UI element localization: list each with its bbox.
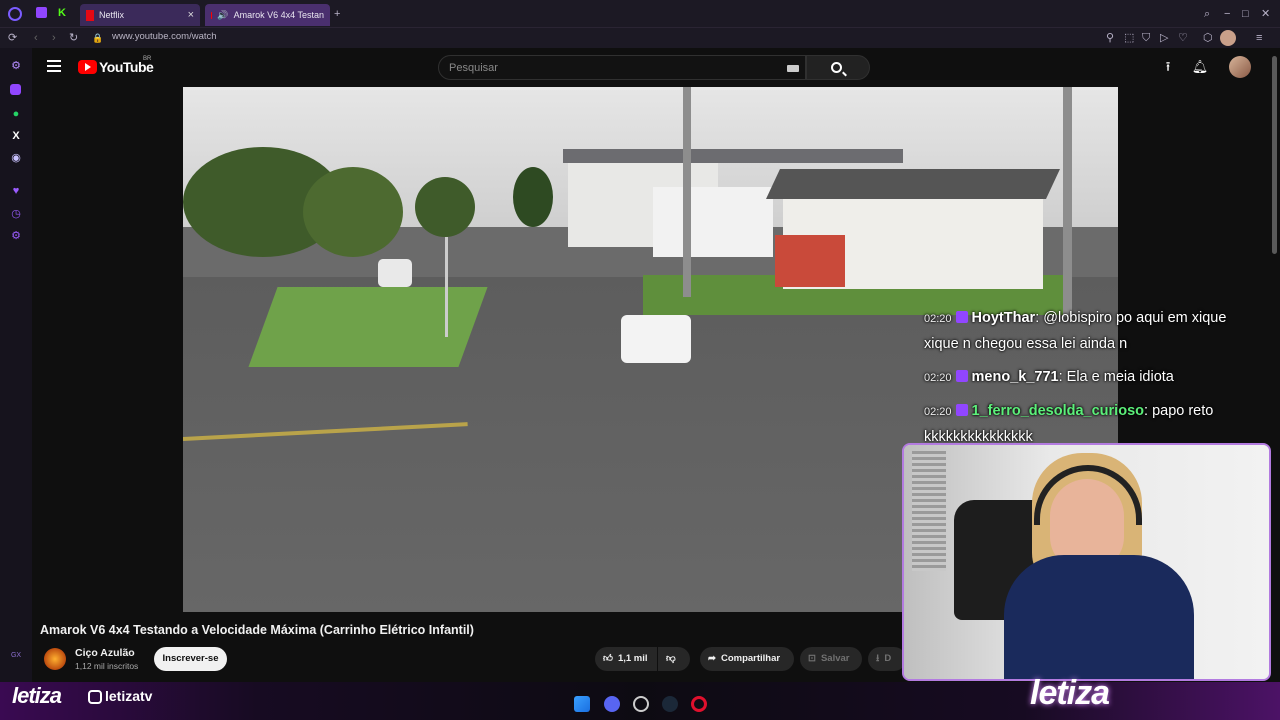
download-icon: ⭳ <box>876 653 880 664</box>
url-text[interactable]: www.youtube.com/watch <box>112 31 217 42</box>
share-icon: ➦ <box>708 653 716 664</box>
bookmark-icon: ⊡ <box>808 653 816 664</box>
reload-icon[interactable]: ↻ <box>69 31 78 45</box>
speaker-icon[interactable]: 🔊 <box>217 10 228 21</box>
channel-avatar[interactable] <box>44 648 66 670</box>
streamer-logo-large: letiza <box>1030 674 1110 712</box>
tab-youtube[interactable]: 🔊 Amarok V6 4x4 Testan <box>205 4 330 26</box>
gx-control-icon[interactable]: ⚙ <box>8 58 24 74</box>
discord-icon[interactable]: ◉ <box>8 150 24 166</box>
tab-label: Netflix <box>99 10 125 20</box>
steam-icon[interactable] <box>662 696 678 712</box>
gx-label: GX <box>10 652 22 659</box>
settings-icon[interactable]: ⚙ <box>8 228 24 244</box>
chat-message: 02:20 HoytThar: @lobispiro po aqui em xiq… <box>924 310 1227 352</box>
close-icon[interactable]: × <box>188 9 194 21</box>
x-icon[interactable]: X <box>8 128 24 144</box>
twitch-icon <box>955 404 968 416</box>
discord-taskbar-icon[interactable] <box>604 696 620 712</box>
dislike-button[interactable]: 👎︎ <box>658 647 690 671</box>
play-icon[interactable]: ▷ <box>1160 31 1168 45</box>
browser-sidebar: ⚙ ● X ◉ ♥ ◷ ⚙ GX <box>0 48 32 720</box>
extensions-icon[interactable]: ⬡ <box>1203 31 1213 45</box>
notifications-icon[interactable]: 🔔︎ <box>1191 58 1209 76</box>
youtube-logo-icon[interactable] <box>78 60 97 74</box>
tab-label: Amarok V6 4x4 Testan <box>233 10 324 20</box>
heart-icon[interactable]: ♥ <box>8 183 24 199</box>
thumbs-up-icon: 👍︎ <box>603 653 613 664</box>
minimize-icon[interactable]: − <box>1224 7 1230 21</box>
youtube-icon <box>211 11 213 19</box>
share-label: Compartilhar <box>720 653 781 664</box>
shield-icon[interactable]: ⛉ <box>1142 31 1150 45</box>
stream-chat-overlay: 02:20 HoytThar: @lobispiro po aqui em xiq… <box>924 306 1264 458</box>
windows-start-icon[interactable] <box>574 696 590 712</box>
new-tab-icon[interactable]: + <box>334 7 340 21</box>
opera-gx-taskbar-icon[interactable] <box>691 696 707 712</box>
twitch-icon <box>955 370 968 382</box>
share-button[interactable]: ➦ Compartilhar <box>700 647 794 671</box>
netflix-icon <box>86 9 94 21</box>
search-icon[interactable]: ⌕ <box>1204 7 1210 21</box>
obs-icon[interactable] <box>633 696 649 712</box>
back-icon[interactable]: ‹ <box>34 31 38 45</box>
youtube-header: YouTube BR Pesquisar ⭱ 🔔︎ <box>32 48 1280 86</box>
chat-message: 02:20 meno_k_771: Ela e meia idiota <box>924 369 1174 385</box>
search-placeholder: Pesquisar <box>449 62 498 74</box>
reload-loop-icon[interactable]: ⟳ <box>8 31 17 45</box>
thumbs-down-icon: 👎︎ <box>666 653 676 664</box>
whatsapp-icon[interactable]: ● <box>8 106 24 122</box>
heart-icon[interactable]: ♡ <box>1178 31 1188 45</box>
scrollbar[interactable] <box>1272 56 1277 254</box>
like-button[interactable]: 👍︎ 1,1 mil <box>595 647 657 671</box>
search-icon <box>831 62 842 73</box>
channel-name[interactable]: Ciço Azulão <box>75 647 135 659</box>
opera-gx-icon[interactable] <box>8 7 22 21</box>
browser-tab-bar: K Netflix × 🔊 Amarok V6 4x4 Testan + ⌕ −… <box>0 0 1280 28</box>
menu-icon[interactable] <box>47 60 61 72</box>
streamer-logo: letiza <box>12 683 62 708</box>
instagram-handle: letizatv <box>105 688 153 704</box>
lock-icon[interactable]: 🔒 <box>92 31 103 45</box>
subscribe-button[interactable]: Inscrever-se <box>154 647 227 671</box>
instagram-icon <box>88 690 102 704</box>
twitch-tab-icon[interactable] <box>36 7 47 18</box>
snapshot-icon[interactable]: ⬚ <box>1124 31 1134 45</box>
address-bar: ⟳ ‹ › ↻ 🔒 www.youtube.com/watch ⚲ ⬚ ⛉ ▷ … <box>0 28 1280 48</box>
forward-icon[interactable]: › <box>52 31 56 45</box>
save-button[interactable]: ⊡ Salvar <box>800 647 862 671</box>
twitch-icon <box>955 311 968 323</box>
country-code: BR <box>143 56 152 62</box>
webcam-overlay <box>902 443 1271 681</box>
pin-icon[interactable]: ⚲ <box>1106 31 1114 45</box>
kick-tab-icon[interactable]: K <box>58 6 66 20</box>
profile-avatar[interactable] <box>1220 30 1236 46</box>
keyboard-icon[interactable] <box>787 65 799 72</box>
avatar[interactable] <box>1229 56 1251 78</box>
subscriber-count: 1,12 mil inscritos <box>75 661 139 671</box>
search-button[interactable] <box>806 55 870 80</box>
upload-icon[interactable]: ⭱ <box>1159 58 1177 76</box>
twitch-icon[interactable] <box>10 84 21 95</box>
search-input[interactable]: Pesquisar <box>438 55 806 80</box>
history-icon[interactable]: ◷ <box>8 206 24 222</box>
tab-netflix[interactable]: Netflix × <box>80 4 200 26</box>
video-title: Amarok V6 4x4 Testando a Velocidade Máxi… <box>40 623 474 637</box>
maximize-icon[interactable]: □ <box>1242 7 1249 21</box>
download-label: D <box>884 653 892 664</box>
menu-icon[interactable]: ≡ <box>1256 31 1262 45</box>
download-button[interactable]: ⭳ D <box>868 647 906 671</box>
like-count: 1,1 mil <box>617 653 648 664</box>
close-window-icon[interactable]: ✕ <box>1261 7 1270 21</box>
save-label: Salvar <box>820 653 850 664</box>
